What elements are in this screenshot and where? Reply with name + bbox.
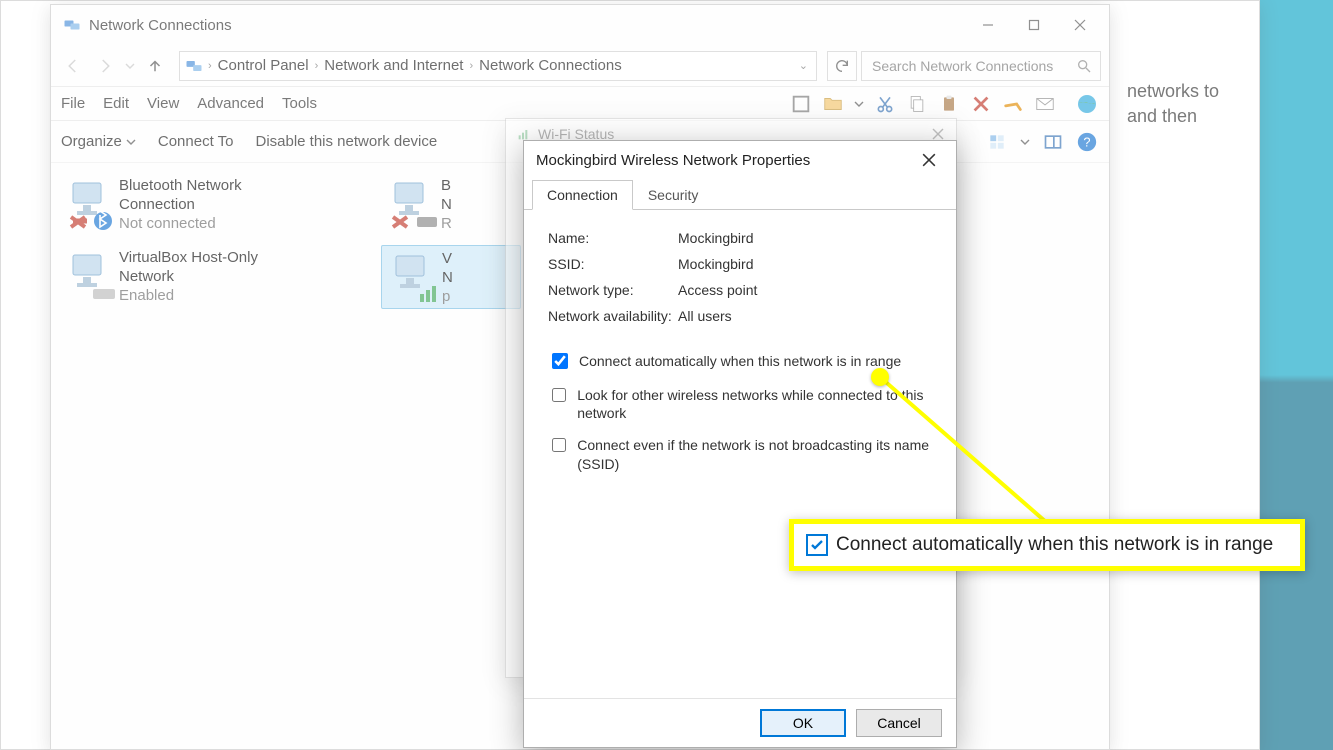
checkbox-connect-auto[interactable] — [552, 353, 568, 369]
checkbox-connect-hidden[interactable] — [552, 437, 566, 453]
checkbox-icon — [806, 534, 828, 556]
adapter-icon — [388, 250, 442, 304]
svg-text:?: ? — [1083, 134, 1090, 149]
connection-name: Bluetooth Network — [119, 177, 242, 196]
label-connect-auto[interactable]: Connect automatically when this network … — [579, 352, 901, 370]
nav-bar: › Control Panel › Network and Internet ›… — [51, 45, 1109, 87]
adapter-icon — [65, 177, 119, 231]
refresh-button[interactable] — [827, 51, 857, 81]
value-network-type: Access point — [678, 282, 757, 298]
label-network-type: Network type: — [548, 282, 678, 298]
help-icon[interactable]: ? — [1075, 130, 1099, 154]
preview-pane-icon[interactable] — [1041, 130, 1065, 154]
dialog-titlebar[interactable]: Mockingbird Wireless Network Properties — [524, 141, 956, 179]
connection-status: R — [441, 215, 452, 234]
globe-icon[interactable] — [1075, 92, 1099, 116]
cmd-disable-device[interactable]: Disable this network device — [255, 133, 437, 150]
cmd-organize-label: Organize — [61, 133, 122, 150]
close-button[interactable] — [1057, 9, 1103, 41]
back-button[interactable] — [59, 52, 87, 80]
cmd-connect-to[interactable]: Connect To — [158, 133, 234, 150]
adapter-icon — [387, 177, 441, 231]
connection-status: p — [442, 288, 453, 307]
up-button[interactable] — [141, 52, 169, 80]
folder-icon[interactable] — [821, 92, 845, 116]
paste-icon[interactable] — [937, 92, 961, 116]
label-look-other[interactable]: Look for other wireless networks while c… — [577, 386, 932, 422]
menu-view[interactable]: View — [147, 95, 179, 112]
label-connect-hidden[interactable]: Connect even if the network is not broad… — [577, 436, 932, 472]
rename-icon[interactable] — [1001, 92, 1025, 116]
connection-item-bluetooth[interactable]: Bluetooth Network Connection Not connect… — [59, 173, 359, 237]
tab-connection[interactable]: Connection — [532, 180, 633, 210]
wireless-properties-dialog: Mockingbird Wireless Network Properties … — [523, 140, 957, 748]
connection-status: Enabled — [119, 287, 258, 306]
dialog-buttons: OK Cancel — [524, 698, 956, 747]
breadcrumb-icon — [184, 56, 204, 76]
ok-button[interactable]: OK — [760, 709, 846, 737]
delete-icon[interactable] — [969, 92, 993, 116]
value-ssid: Mockingbird — [678, 256, 753, 272]
recent-dropdown[interactable] — [123, 52, 137, 80]
connection-sub: Network — [119, 268, 258, 287]
connection-name: V — [442, 250, 453, 269]
breadcrumb[interactable]: › Control Panel › Network and Internet ›… — [179, 51, 817, 81]
titlebar[interactable]: Network Connections — [51, 5, 1109, 45]
connection-name: VirtualBox Host-Only — [119, 249, 258, 268]
cancel-button[interactable]: Cancel — [856, 709, 942, 737]
connection-item[interactable]: B N R — [381, 173, 481, 237]
bg-line-2: and then — [1127, 104, 1219, 129]
connection-sub: Connection — [119, 196, 242, 215]
value-name: Mockingbird — [678, 230, 753, 246]
menu-bar: File Edit View Advanced Tools — [51, 87, 1109, 121]
menu-file[interactable]: File — [61, 95, 85, 112]
value-network-availability: All users — [678, 308, 732, 324]
bg-line-1: networks to — [1127, 79, 1219, 104]
label-ssid: SSID: — [548, 256, 678, 272]
checkbox-look-other[interactable] — [552, 387, 566, 403]
window-icon — [63, 16, 81, 34]
view-options-icon[interactable] — [985, 130, 1009, 154]
search-icon[interactable] — [1076, 58, 1092, 74]
connection-sub: N — [441, 196, 452, 215]
connection-item-virtualbox[interactable]: VirtualBox Host-Only Network Enabled — [59, 245, 359, 309]
dialog-title: Mockingbird Wireless Network Properties — [536, 152, 914, 169]
breadcrumb-item-network-connections[interactable]: Network Connections — [473, 57, 628, 74]
search-box[interactable] — [861, 51, 1101, 81]
connection-status: Not connected — [119, 215, 242, 234]
window-title: Network Connections — [89, 17, 965, 34]
copy-icon[interactable] — [905, 92, 929, 116]
close-button[interactable] — [914, 145, 944, 175]
tab-security[interactable]: Security — [633, 180, 714, 210]
minimize-button[interactable] — [965, 9, 1011, 41]
breadcrumb-item-control-panel[interactable]: Control Panel — [212, 57, 315, 74]
annotation-callout: Connect automatically when this network … — [789, 519, 1305, 571]
cut-icon[interactable] — [873, 92, 897, 116]
chevron-down-icon[interactable] — [1019, 130, 1031, 154]
forward-button[interactable] — [91, 52, 119, 80]
connection-item-wifi[interactable]: V N p — [381, 245, 521, 309]
annotation-dot — [871, 368, 889, 386]
tab-strip: Connection Security — [524, 179, 956, 210]
menu-advanced[interactable]: Advanced — [197, 95, 264, 112]
connection-sub: N — [442, 269, 453, 288]
label-name: Name: — [548, 230, 678, 246]
search-input[interactable] — [870, 57, 1076, 75]
connection-name: B — [441, 177, 452, 196]
cmd-organize[interactable]: Organize — [61, 133, 136, 150]
chevron-down-icon[interactable] — [853, 92, 865, 116]
chevron-down-icon[interactable]: ⌄ — [795, 59, 812, 72]
tab-body-connection: Name:Mockingbird SSID:Mockingbird Networ… — [524, 210, 956, 698]
background-text: networks to and then — [1127, 79, 1219, 129]
maximize-button[interactable] — [1011, 9, 1057, 41]
envelope-icon[interactable] — [1033, 92, 1057, 116]
menu-tools[interactable]: Tools — [282, 95, 317, 112]
properties-icon[interactable] — [789, 92, 813, 116]
chevron-down-icon — [126, 137, 136, 147]
menu-edit[interactable]: Edit — [103, 95, 129, 112]
breadcrumb-item-network-internet[interactable]: Network and Internet — [318, 57, 469, 74]
adapter-icon — [65, 249, 119, 303]
label-network-availability: Network availability: — [548, 308, 678, 324]
annotation-text: Connect automatically when this network … — [836, 534, 1273, 556]
